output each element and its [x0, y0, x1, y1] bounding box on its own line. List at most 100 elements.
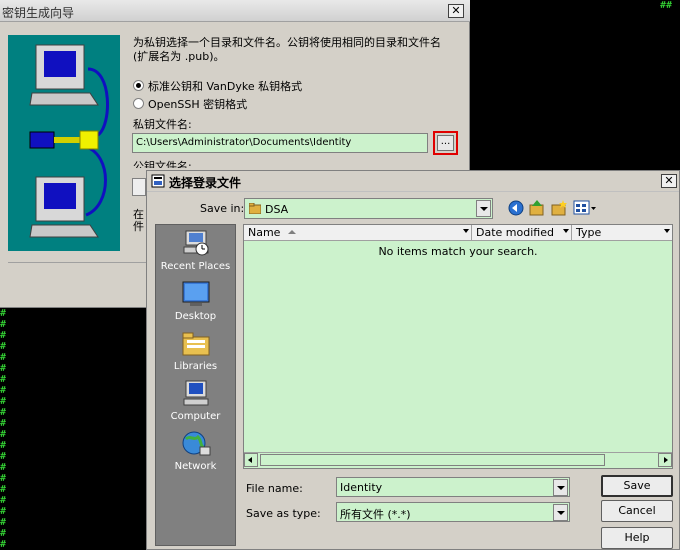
column-type-label: Type — [576, 226, 602, 239]
close-icon: ✕ — [664, 174, 674, 187]
up-folder-icon[interactable] — [528, 199, 546, 217]
file-name-label: File name: — [246, 482, 303, 495]
place-computer[interactable]: Computer — [156, 379, 235, 427]
place-libraries[interactable]: Libraries — [156, 329, 235, 377]
network-icon — [182, 431, 210, 456]
close-icon: ✕ — [451, 4, 461, 17]
app-icon — [151, 174, 165, 188]
scroll-right-button[interactable] — [658, 453, 672, 467]
terminal-char: # — [0, 506, 7, 517]
radio-vandyke-format[interactable]: 标准公钥和 VanDyke 私钥格式 — [133, 78, 302, 94]
radio-selected-indicator — [133, 80, 144, 91]
terminal-char: # — [0, 396, 7, 407]
column-dropdown-icon[interactable] — [563, 229, 569, 233]
save-in-label: Save in: — [200, 202, 245, 215]
private-key-label: 私钥文件名: — [133, 118, 192, 131]
browse-highlight: ... — [433, 131, 458, 155]
terminal-char: # — [0, 341, 7, 352]
place-network[interactable]: Network — [156, 429, 235, 477]
wizard-clipped-text-2: 件 — [133, 220, 144, 233]
place-desktop[interactable]: Desktop — [156, 279, 235, 327]
column-date-modified[interactable]: Date modified — [472, 225, 572, 240]
terminal-char: # — [0, 429, 7, 440]
terminal-char: # — [0, 495, 7, 506]
place-label: Desktop — [174, 311, 217, 322]
radio-vandyke-label: 标准公钥和 VanDyke 私钥格式 — [148, 80, 303, 93]
select-login-file-dialog: 选择登录文件 ✕ Save in: DSA Recent Places Desk… — [146, 170, 680, 550]
file-name-dropdown-button[interactable] — [553, 479, 568, 496]
dialog-close-button[interactable]: ✕ — [661, 174, 677, 188]
desktop-icon — [182, 281, 209, 306]
place-recent-places[interactable]: Recent Places — [156, 229, 235, 277]
terminal-char: # — [0, 517, 7, 528]
radio-indicator — [133, 98, 144, 109]
scroll-thumb[interactable] — [260, 454, 605, 466]
column-name[interactable]: Name — [244, 225, 472, 240]
save-type-combo[interactable]: 所有文件 (*.*) — [336, 502, 570, 522]
place-label: Libraries — [173, 361, 218, 372]
terminal-char: # — [0, 407, 7, 418]
empty-message: No items match your search. — [378, 245, 538, 258]
save-in-value: DSA — [265, 203, 289, 216]
wizard-close-button[interactable]: ✕ — [448, 4, 464, 18]
public-key-input[interactable] — [132, 178, 146, 196]
public-key-label: 公钥文件名: — [133, 160, 192, 168]
terminal-char: # — [0, 473, 7, 484]
sort-up-icon — [288, 230, 297, 234]
wizard-illustration — [8, 35, 120, 251]
terminal-char: # — [0, 440, 7, 451]
terminal-char: # — [0, 352, 7, 363]
column-type[interactable]: Type — [572, 225, 672, 240]
wizard-titlebar: 密钥生成向导 ✕ — [0, 0, 470, 22]
terminal-char: # — [0, 418, 7, 429]
save-in-combo[interactable]: DSA — [244, 198, 493, 219]
scroll-left-button[interactable] — [244, 453, 258, 467]
file-list-header: Name Date modified Type — [244, 225, 672, 241]
terminal-char: # — [0, 451, 7, 462]
terminal-char: # — [0, 330, 7, 341]
file-name-value: Identity — [340, 481, 383, 494]
terminal-background-right: # # — [470, 0, 680, 170]
place-label: Recent Places — [160, 261, 231, 272]
terminal-char: # — [0, 319, 7, 330]
place-label: Network — [174, 461, 217, 472]
column-dropdown-icon[interactable] — [664, 229, 670, 233]
save-type-value: 所有文件 (*.*) — [340, 508, 411, 521]
radio-openssh-label: OpenSSH 密钥格式 — [148, 98, 248, 111]
terminal-char: # — [0, 528, 7, 539]
dialog-title: 选择登录文件 — [169, 176, 242, 190]
cancel-button[interactable]: Cancel — [601, 500, 673, 522]
terminal-char: # — [0, 363, 7, 374]
terminal-char: # — [0, 308, 7, 319]
views-menu-icon[interactable] — [573, 199, 597, 217]
save-type-label: Save as type: — [246, 507, 321, 520]
save-in-dropdown-button[interactable] — [476, 200, 491, 217]
new-folder-icon[interactable] — [550, 199, 568, 217]
place-label: Computer — [170, 411, 221, 422]
back-icon[interactable] — [507, 199, 525, 217]
wizard-instruction: 为私钥选择一个目录和文件名。公钥将使用相同的目录和文件名(扩展名为 .pub)。 — [133, 36, 441, 63]
column-name-label: Name — [248, 226, 281, 239]
browse-button[interactable]: ... — [437, 135, 454, 151]
terminal-char: # — [0, 374, 7, 385]
column-dropdown-icon[interactable] — [463, 229, 469, 233]
terminal-background-left: # # # # # # # # # # # # # # # # # # # # # # — [0, 308, 10, 550]
libraries-icon — [182, 332, 209, 356]
terminal-char: # — [0, 385, 7, 396]
horizontal-scrollbar[interactable] — [244, 452, 672, 468]
radio-openssh-format[interactable]: OpenSSH 密钥格式 — [133, 96, 247, 112]
terminal-char: # — [0, 484, 7, 495]
terminal-char: # — [0, 539, 7, 550]
private-key-input[interactable]: C:\Users\Administrator\Documents\Identit… — [132, 133, 428, 153]
file-name-combo[interactable]: Identity — [336, 477, 570, 497]
file-list[interactable]: Name Date modified Type No items match y… — [243, 224, 673, 469]
save-button[interactable]: Save — [601, 475, 673, 497]
save-type-dropdown-button[interactable] — [553, 504, 568, 521]
terminal-char: # — [666, 0, 673, 11]
computer-icon — [183, 380, 208, 406]
places-bar: Recent Places Desktop Libraries Computer… — [155, 224, 236, 546]
computers-key-illustration — [29, 44, 109, 238]
terminal-char: # — [0, 462, 7, 473]
help-button[interactable]: Help — [601, 527, 673, 549]
column-date-label: Date modified — [476, 226, 554, 239]
